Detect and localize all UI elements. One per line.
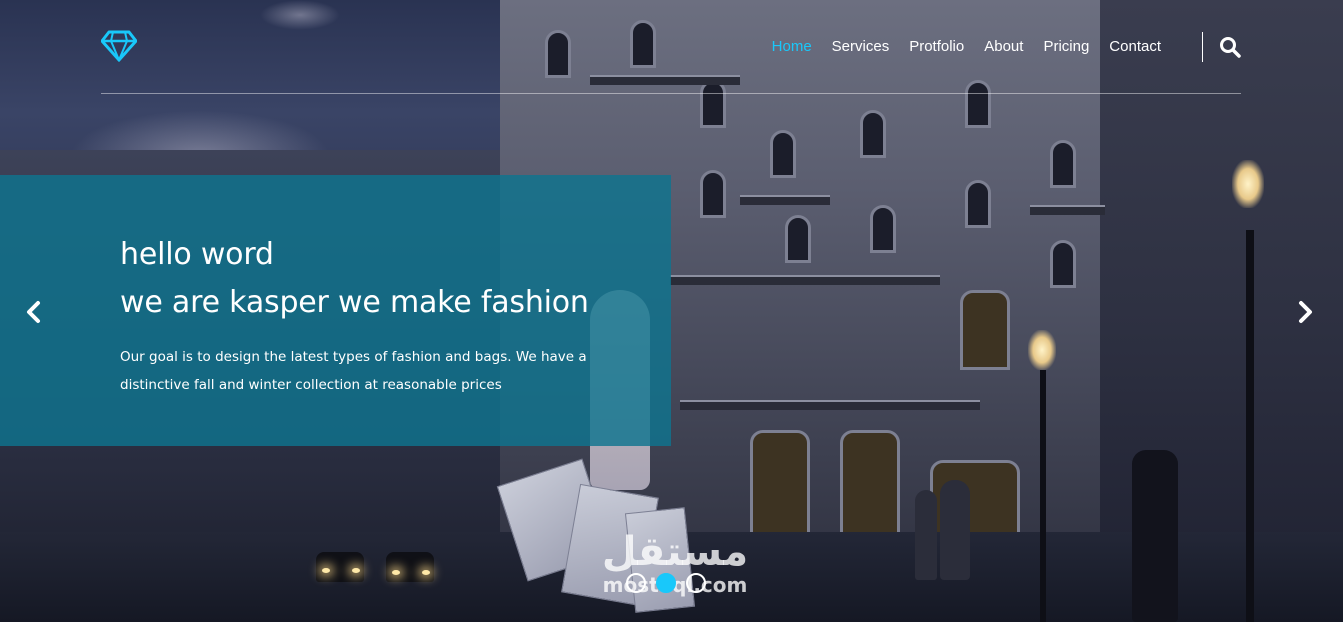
window	[965, 180, 991, 228]
balcony	[680, 400, 980, 410]
slider-bullets	[626, 573, 706, 593]
window	[960, 290, 1010, 370]
car-light	[422, 570, 430, 575]
window	[1050, 140, 1076, 188]
car-light	[322, 568, 330, 573]
car-light	[352, 568, 360, 573]
window	[770, 130, 796, 178]
street-lamp	[1028, 330, 1056, 370]
nav-portfolio[interactable]: Protfolio	[909, 38, 964, 55]
diamond-icon[interactable]	[101, 30, 137, 62]
lamp-post	[1040, 370, 1046, 622]
car	[316, 552, 364, 582]
pedestrian	[915, 490, 937, 580]
car-light	[392, 570, 400, 575]
header-divider	[101, 93, 1241, 94]
nav-home[interactable]: Home	[772, 38, 812, 55]
chevron-right-icon[interactable]	[1295, 300, 1315, 324]
nav-services[interactable]: Services	[832, 38, 890, 55]
nav-about[interactable]: About	[984, 38, 1023, 55]
window	[700, 170, 726, 218]
chevron-left-icon[interactable]	[24, 300, 44, 324]
site-header: Home Services Protfolio About Pricing Co…	[101, 0, 1241, 94]
window	[860, 110, 886, 158]
nav-pricing[interactable]: Pricing	[1043, 38, 1089, 55]
pedestrian	[1132, 450, 1178, 622]
nav-divider	[1202, 32, 1203, 62]
car	[386, 552, 434, 582]
hero-panel: hello word we are kasper we make fashion…	[0, 175, 671, 446]
hero-title-line1: hello word	[120, 237, 274, 272]
hero-title-line2: we are kasper we make fashion	[120, 285, 589, 320]
slider-bullet-2[interactable]	[656, 573, 676, 593]
nav-contact[interactable]: Contact	[1109, 38, 1161, 55]
slider-bullet-1[interactable]	[626, 573, 646, 593]
search-icon[interactable]	[1219, 36, 1241, 58]
pedestrian	[940, 480, 970, 580]
window	[785, 215, 811, 263]
main-nav: Home Services Protfolio About Pricing Co…	[772, 36, 1161, 55]
window	[1050, 240, 1076, 288]
street-lamp	[1232, 160, 1264, 208]
hero-description: Our goal is to design the latest types o…	[120, 349, 587, 393]
lamp-post	[1246, 230, 1254, 622]
slider-bullet-3[interactable]	[686, 573, 706, 593]
balcony	[670, 275, 940, 285]
balcony	[1030, 205, 1105, 215]
window	[870, 205, 896, 253]
hero-title: hello word we are kasper we make fashion	[120, 231, 589, 327]
shop-window	[840, 430, 900, 540]
shop-window	[750, 430, 810, 540]
balcony	[740, 195, 830, 205]
